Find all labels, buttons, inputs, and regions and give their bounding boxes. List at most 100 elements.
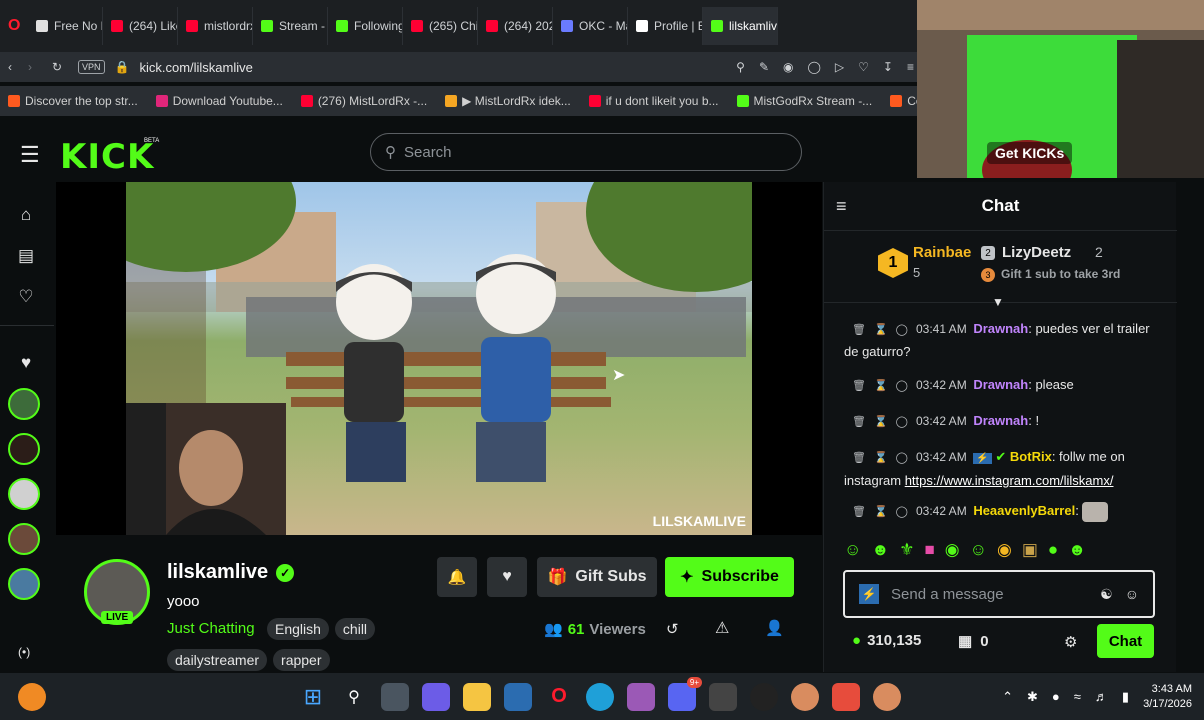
- windows-start-icon[interactable]: ⊞: [299, 683, 327, 711]
- rank-2-name[interactable]: LizyDeetz: [1002, 244, 1071, 261]
- app-icon[interactable]: [832, 682, 860, 711]
- hamburger-menu-icon[interactable]: ☰: [20, 142, 40, 168]
- back-icon[interactable]: ‹: [8, 60, 28, 74]
- send-chat-button[interactable]: Chat: [1097, 624, 1154, 658]
- task-view-icon[interactable]: [381, 682, 409, 711]
- emoji-icon[interactable]: ☺: [1125, 586, 1139, 602]
- taskbar-search-icon[interactable]: ⚲: [340, 683, 368, 711]
- get-kicks-button[interactable]: Get KICKs: [987, 142, 1073, 164]
- message-user[interactable]: HeaavenlyBarrel: [973, 503, 1075, 518]
- category-link[interactable]: Just Chatting: [167, 620, 255, 637]
- ban-icon[interactable]: ◯: [896, 324, 908, 336]
- gift-subs-button[interactable]: 🎁 Gift Subs: [537, 557, 657, 597]
- emote-icon[interactable]: ☺: [970, 540, 987, 560]
- tag-dailystreamer[interactable]: dailystreamer: [167, 649, 268, 671]
- browser-tab[interactable]: Free No Lim: [28, 7, 103, 45]
- timeout-icon[interactable]: ⌛: [874, 506, 888, 518]
- emote-icon[interactable]: ☻: [1068, 540, 1086, 560]
- share-icon[interactable]: ↺: [666, 620, 679, 638]
- channel-points[interactable]: ● 310,135: [852, 632, 921, 649]
- chat-message-input[interactable]: ⚡ Send a message ☯ ☺: [843, 570, 1155, 618]
- message-link[interactable]: https://www.instagram.com/lilskamx/: [905, 473, 1114, 488]
- browser-tab[interactable]: mistlordrx yo: [178, 7, 253, 45]
- report-icon[interactable]: ⚠: [715, 618, 729, 638]
- timeout-icon[interactable]: ⌛: [874, 452, 888, 464]
- follow-button[interactable]: ♥: [487, 557, 527, 597]
- message-user[interactable]: Drawnah: [973, 321, 1028, 336]
- forward-icon[interactable]: ›: [28, 60, 52, 74]
- browse-icon[interactable]: ▤: [16, 246, 36, 266]
- browser-tab[interactable]: lilskamlive Stream: [703, 7, 778, 45]
- shield-icon[interactable]: ◯: [807, 60, 820, 74]
- ban-icon[interactable]: ◯: [896, 452, 908, 464]
- browser-tab[interactable]: Following - I: [328, 7, 403, 45]
- delete-icon[interactable]: 🗑: [852, 506, 866, 518]
- file-explorer-icon[interactable]: [463, 682, 491, 711]
- home-icon[interactable]: ⌂: [16, 205, 36, 225]
- bookmark-item[interactable]: MistGodRx Stream -...: [736, 94, 872, 108]
- translate-icon[interactable]: ☯: [1100, 586, 1113, 603]
- app-icon[interactable]: [873, 682, 901, 711]
- following-icon[interactable]: ♡: [16, 287, 36, 307]
- channel-name[interactable]: lilskamlive: [167, 561, 268, 584]
- copilot-icon[interactable]: [422, 682, 450, 711]
- ban-icon[interactable]: ◯: [896, 416, 908, 428]
- camera-icon[interactable]: ◉: [783, 60, 793, 74]
- bookmark-item[interactable]: if u dont likeit you b...: [588, 94, 719, 108]
- followed-channel-avatar[interactable]: [8, 388, 40, 420]
- browser-tab[interactable]: OKC - May A: [553, 7, 628, 45]
- followed-channel-avatar[interactable]: [8, 523, 40, 555]
- download-icon[interactable]: ↧: [883, 60, 893, 74]
- emote-icon[interactable]: ⚜: [899, 540, 914, 560]
- emote-icon[interactable]: ◉: [997, 540, 1012, 560]
- search-input[interactable]: ⚲ Search: [370, 133, 802, 171]
- bookmark-item[interactable]: ▶ MistLordRx idek...: [445, 94, 571, 108]
- emote-icon[interactable]: ☺: [844, 540, 861, 560]
- discord-icon[interactable]: 9+: [668, 676, 702, 711]
- tag-rapper[interactable]: rapper: [273, 649, 330, 671]
- opera-menu-button[interactable]: O: [4, 7, 28, 45]
- delete-icon[interactable]: 🗑: [852, 416, 866, 428]
- delete-icon[interactable]: 🗑: [852, 324, 866, 336]
- bookmark-item[interactable]: (276) MistLordRx -...: [300, 94, 427, 108]
- rank-1-name[interactable]: Rainbae: [913, 244, 971, 261]
- opera-browser-icon[interactable]: O: [545, 683, 573, 711]
- timeout-icon[interactable]: ⌛: [874, 416, 888, 428]
- pinned-toggle-icon[interactable]: ▼: [992, 295, 1004, 309]
- browser-tab[interactable]: Stream - Kicl: [253, 7, 328, 45]
- edit-icon[interactable]: ✎: [759, 60, 769, 74]
- clipchamp-icon[interactable]: [627, 682, 655, 711]
- microphone-icon[interactable]: ●: [1052, 689, 1060, 704]
- tray-app-icon[interactable]: ✱: [1027, 689, 1038, 705]
- heart-icon[interactable]: ♡: [858, 60, 869, 74]
- emote-icon[interactable]: ☻: [871, 540, 889, 560]
- obs-icon[interactable]: [750, 682, 778, 711]
- tray-chevron-icon[interactable]: ⌃: [1002, 689, 1013, 705]
- kick-logo[interactable]: KICK: [60, 137, 154, 177]
- search-page-icon[interactable]: ⚲: [736, 60, 745, 74]
- app-icon[interactable]: [791, 682, 819, 711]
- followed-channel-avatar[interactable]: [8, 568, 40, 600]
- tag-chill[interactable]: chill: [334, 618, 376, 640]
- weather-widget-icon[interactable]: [18, 682, 46, 711]
- clock[interactable]: 3:43 AM 3/17/2026: [1143, 682, 1192, 712]
- vpn-badge[interactable]: VPN: [78, 60, 105, 74]
- volume-icon[interactable]: ♬: [1095, 689, 1108, 704]
- browser-tab[interactable]: (264) Liked v: [103, 7, 178, 45]
- message-user[interactable]: BotRix: [1010, 449, 1052, 464]
- battery-icon[interactable]: ▮: [1122, 689, 1129, 705]
- reload-icon[interactable]: ↻: [52, 60, 78, 74]
- ban-icon[interactable]: ◯: [896, 380, 908, 392]
- emote-icon[interactable]: ●: [1048, 540, 1058, 560]
- camera-app-icon[interactable]: [709, 682, 737, 711]
- timeout-icon[interactable]: ⌛: [874, 380, 888, 392]
- delete-icon[interactable]: 🗑: [852, 380, 866, 392]
- ban-icon[interactable]: ◯: [896, 506, 908, 518]
- followed-channel-avatar[interactable]: [8, 433, 40, 465]
- add-user-icon[interactable]: 👤: [765, 619, 784, 637]
- menu-icon[interactable]: ≡: [907, 60, 914, 74]
- wifi-icon[interactable]: ≈: [1074, 689, 1081, 704]
- drops[interactable]: ▦ 0: [958, 632, 989, 651]
- browser-tab[interactable]: (265) Chief K: [403, 7, 478, 45]
- edge-icon[interactable]: [586, 682, 614, 711]
